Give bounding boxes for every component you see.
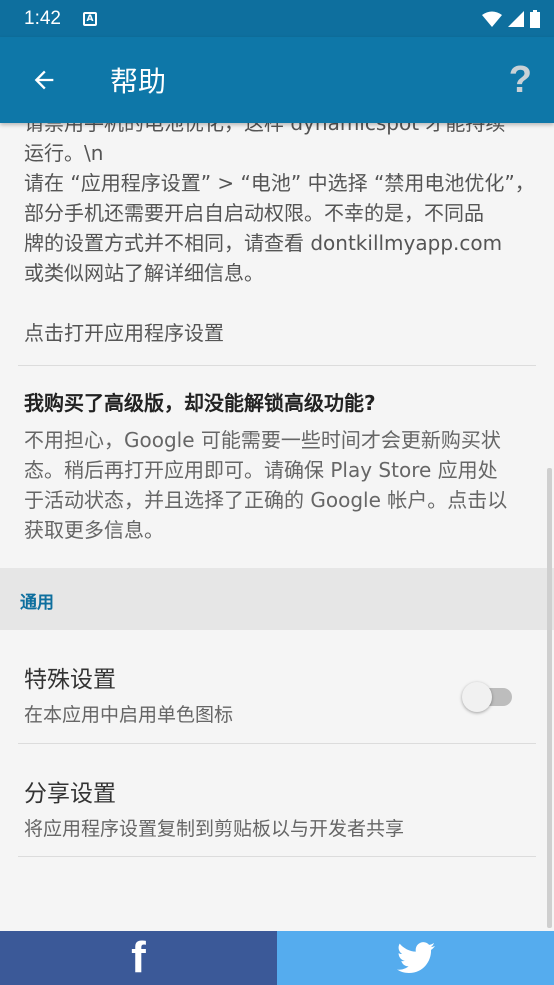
status-time: 1:42 bbox=[24, 7, 61, 29]
share-settings-row[interactable]: 分享设置 将应用程序设置复制到剪贴板以与开发者共享 bbox=[0, 744, 554, 856]
notification-icon: A bbox=[82, 11, 97, 26]
facebook-share-button[interactable]: f bbox=[0, 931, 277, 985]
special-settings-row[interactable]: 特殊设置 在本应用中启用单色图标 bbox=[0, 630, 554, 742]
special-settings-subtitle: 在本应用中启用单色图标 bbox=[24, 704, 234, 726]
premium-faq-line: 态。稍后再打开应用即可。请确保 Play Store 应用处 bbox=[24, 458, 498, 482]
app-bar: 帮助 ? bbox=[0, 37, 554, 123]
general-category-label: 通用 bbox=[20, 593, 54, 613]
page-title: 帮助 bbox=[110, 65, 167, 98]
help-content[interactable]: 请禁用手机的电池优化，这样 dynamicspot 才能持续 运行。\n 请在 … bbox=[0, 123, 554, 931]
toggle-thumb bbox=[462, 682, 492, 712]
battery-faq-line: 运行。\n bbox=[24, 141, 104, 165]
battery-faq-answer: 请禁用手机的电池优化，这样 dynamicspot 才能持续 运行。\n 请在 … bbox=[24, 123, 544, 288]
battery-faq-line: 请禁用手机的电池优化，这样 dynamicspot 才能持续 bbox=[24, 123, 506, 135]
twitter-icon bbox=[396, 942, 435, 974]
premium-faq-line: 于活动状态，并且选择了正确的 Google 帐户。点击以 bbox=[24, 488, 508, 512]
facebook-icon: f bbox=[131, 933, 146, 982]
twitter-share-button[interactable] bbox=[277, 931, 554, 985]
status-icons bbox=[482, 9, 540, 28]
monochrome-icon-toggle[interactable] bbox=[462, 682, 514, 712]
status-bar: 1:42 A bbox=[0, 0, 554, 37]
premium-faq-question: 我购买了高级版，却没能解锁高级功能? bbox=[24, 391, 376, 415]
scrollbar[interactable] bbox=[547, 468, 552, 928]
general-category-header: 通用 bbox=[0, 568, 554, 630]
help-icon[interactable]: ? bbox=[509, 59, 532, 102]
share-settings-title: 分享设置 bbox=[24, 781, 116, 807]
arrow-back-icon bbox=[34, 70, 54, 90]
share-bar: f bbox=[0, 931, 554, 985]
battery-faq-line: 请在 “应用程序设置” > “电池” 中选择 “禁用电池优化”， bbox=[24, 171, 535, 195]
signal-icon bbox=[508, 10, 524, 27]
premium-faq-line: 获取更多信息。 bbox=[24, 518, 164, 542]
premium-faq-line: 不用担心，Google 可能需要一些时间才会更新购买状 bbox=[24, 428, 501, 452]
special-settings-title: 特殊设置 bbox=[24, 667, 116, 693]
divider bbox=[18, 365, 536, 366]
premium-faq-answer[interactable]: 不用担心，Google 可能需要一些时间才会更新购买状 态。稍后再打开应用即可。… bbox=[24, 425, 544, 545]
back-button[interactable] bbox=[24, 60, 64, 100]
divider bbox=[18, 856, 536, 857]
battery-faq-line: 或类似网站了解详细信息。 bbox=[24, 261, 264, 285]
wifi-icon bbox=[482, 11, 502, 27]
battery-faq-line: 牌的设置方式并不相同，请查看 dontkillmyapp.com bbox=[24, 231, 503, 255]
share-settings-subtitle: 将应用程序设置复制到剪贴板以与开发者共享 bbox=[24, 818, 405, 840]
battery-icon bbox=[530, 9, 540, 28]
open-app-settings-link[interactable]: 点击打开应用程序设置 bbox=[24, 317, 224, 346]
battery-faq-line: 部分手机还需要开启自启动权限。不幸的是，不同品 bbox=[24, 201, 484, 225]
